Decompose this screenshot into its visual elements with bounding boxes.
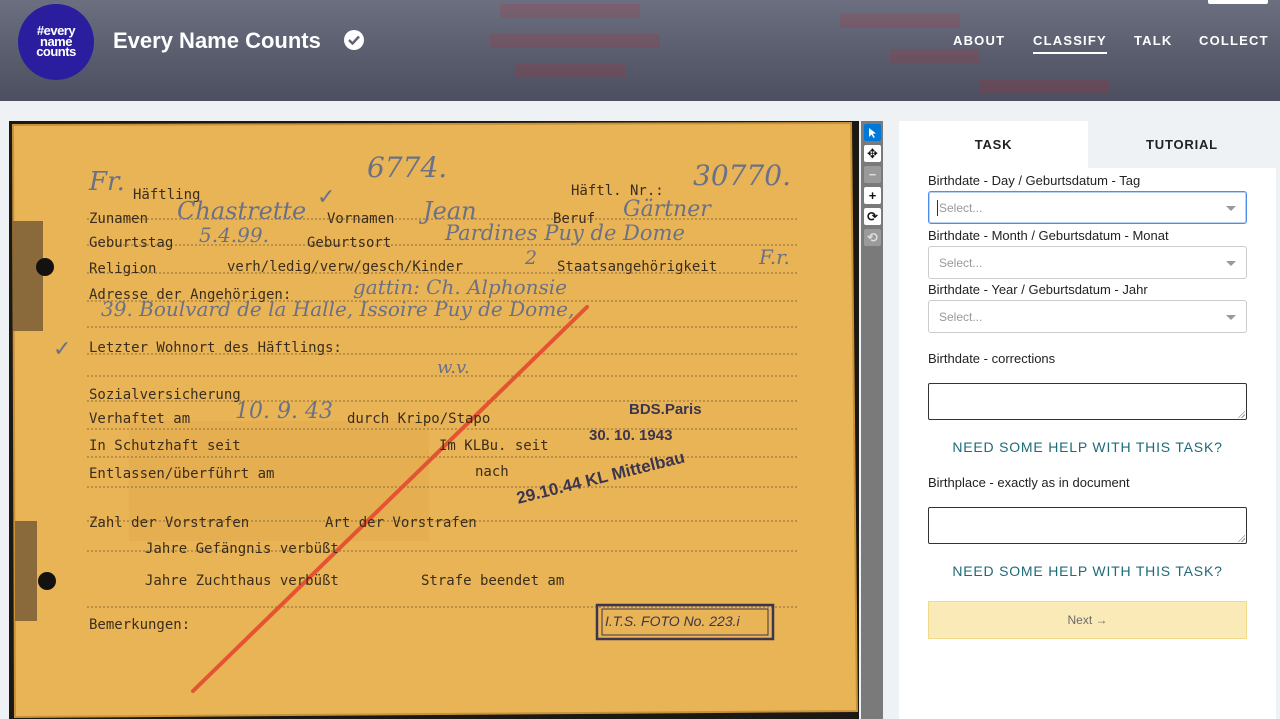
hand-geburtsort: Pardines Puy de Dome [445,221,685,245]
checkmark-icon: ✓ [53,337,72,362]
label-geburtstag: Geburtstag [89,235,174,251]
birthdate-day-select[interactable]: Select... [928,191,1247,224]
label-nach: nach [475,464,509,480]
project-logo[interactable]: #every name counts [18,4,94,80]
label-jahre-gefaengnis: Jahre Gefängnis verbüßt [145,541,339,557]
reset-view-icon[interactable]: ⟲ [864,229,881,246]
stamp-bds-paris: BDS.Paris [629,401,702,418]
resize-handle-icon[interactable] [1237,410,1245,418]
birthdate-day-placeholder: Select... [939,201,983,215]
birthdate-month-select[interactable]: Select... [928,246,1247,279]
birthplace-field[interactable] [928,507,1247,544]
checkmark-icon-2: ✓ [317,185,336,210]
birthdate-year-label: Birthdate - Year / Geburtsdatum - Jahr [928,282,1148,297]
hand-kinder: 2 [525,247,538,269]
subject-viewer[interactable]: Häftling Häftl. Nr.: Zunamen Vornamen Be… [9,121,859,719]
task-tabs: TASK TUTORIAL [899,121,1276,168]
birthdate-month-label: Birthdate - Month / Geburtsdatum - Monat [928,228,1169,243]
hand-geburtstag: 5.4.99. [199,223,269,247]
zoom-out-icon[interactable]: − [864,166,881,183]
label-bemerkungen: Bemerkungen: [89,617,191,633]
label-vornamen: Vornamen [327,211,395,227]
birthdate-day-label: Birthdate - Day / Geburtsdatum - Tag [928,173,1141,188]
stamp-klbu-date: 30. 10. 1943 [589,427,673,444]
hand-zuname: Chastrette [177,197,307,225]
nav-classify[interactable]: CLASSIFY [1033,33,1107,54]
birthdate-year-placeholder: Select... [939,310,983,324]
hand-number-top: 6774. [367,151,448,184]
move-tool-icon[interactable]: ✥ [864,145,881,162]
nav-about[interactable]: ABOUT [953,33,1005,48]
label-zahl-vorstrafen: Zahl der Vorstrafen [89,515,250,531]
label-durch: durch Kripo/Stapo [347,411,491,427]
hand-adresse-2: 39. Boulvard de la Halle, Issoire Puy de… [101,297,575,321]
chevron-down-icon [1226,206,1236,211]
label-klbu: Im KLBu. seit [439,438,549,454]
header-background-image [490,4,1110,93]
nav-talk[interactable]: TALK [1134,33,1173,48]
task-panel: TASK TUTORIAL Birthdate - Day / Geburtsd… [899,121,1276,719]
top-utility-button[interactable] [1208,0,1268,4]
zoom-in-icon[interactable]: + [864,187,881,204]
label-strafe-beendet: Strafe beendet am [421,573,565,589]
label-sozialversicherung: Sozialversicherung [89,387,241,403]
label-entlassen: Entlassen/überführt am [89,466,275,482]
hand-haeftl-nr: 30770. [693,159,791,192]
hand-fr: Fr. [89,167,125,197]
logo-line-3: counts [36,44,76,60]
resize-handle-icon[interactable] [1237,534,1245,542]
project-title[interactable]: Every Name Counts [113,28,321,54]
label-staatsangehoerigkeit: Staatsangehörigkeit [557,259,718,275]
birthdate-month-placeholder: Select... [939,256,983,270]
hand-nationality: F.r. [759,245,790,269]
site-header: #every name counts Every Name Counts ABO… [0,0,1280,101]
rotate-icon[interactable]: ⟳ [864,208,881,225]
label-geburtsort: Geburtsort [307,235,392,251]
label-schutzhaft: In Schutzhaft seit [89,438,241,454]
viewer-toolbar: ✥ − + ⟳ ⟲ [861,121,883,719]
chevron-down-icon [1226,261,1236,266]
label-zunamen: Zunamen [89,211,149,227]
label-verhaftet: Verhaftet am [89,411,191,427]
tab-tutorial[interactable]: TUTORIAL [1088,121,1276,168]
next-button[interactable]: Next → [928,601,1247,639]
birthdate-corrections-field[interactable] [928,383,1247,420]
hand-verhaftet: 10. 9. 43 [235,399,333,424]
birthdate-corrections-label: Birthdate - corrections [928,351,1056,366]
tab-task[interactable]: TASK [899,121,1088,168]
birthplace-label: Birthplace - exactly as in document [928,475,1130,490]
hand-adresse-1: gattin: Ch. Alphonsie [353,275,568,299]
nav-collect[interactable]: COLLECT [1199,33,1269,48]
stamp-its-foto: I.T.S. FOTO No. 223.i [605,613,740,629]
birthdate-year-select[interactable]: Select... [928,300,1247,333]
label-religion: Religion [89,261,157,277]
hand-wohnort: w.v. [437,357,470,378]
help-link-2[interactable]: NEED SOME HELP WITH THIS TASK? [928,563,1247,579]
label-jahre-zuchthaus: Jahre Zuchthaus verbüßt [145,573,339,589]
label-letzter-wohnort: Letzter Wohnort des Häftlings: [89,340,342,356]
help-link[interactable]: NEED SOME HELP WITH THIS TASK? [928,439,1247,455]
label-art-vorstrafen: Art der Vorstrafen [325,515,477,531]
pointer-tool-icon[interactable] [864,124,881,141]
chevron-down-icon [1226,315,1236,320]
label-family-status: verh/ledig/verw/gesch/Kinder [227,259,464,275]
text-cursor [937,200,938,216]
hand-beruf: Gärtner [623,197,711,222]
verified-check-icon [344,30,364,50]
